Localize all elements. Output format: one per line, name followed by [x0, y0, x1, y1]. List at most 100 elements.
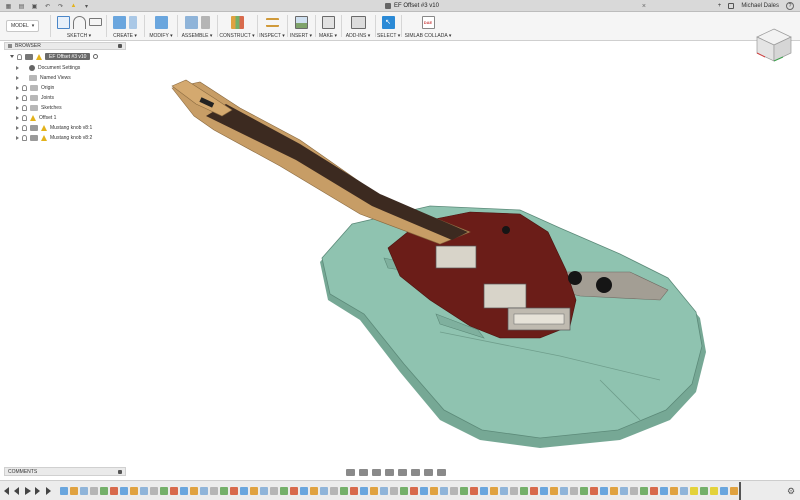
timeline-feature-icon[interactable] [700, 487, 708, 495]
timeline-feature-icon[interactable] [560, 487, 568, 495]
redo-icon[interactable]: ↷ [56, 2, 65, 10]
timeline-feature-icon[interactable] [250, 487, 258, 495]
timeline-feature-icon[interactable] [270, 487, 278, 495]
expand-icon[interactable] [10, 55, 14, 58]
visibility-icon[interactable] [17, 53, 22, 60]
workspace-switcher[interactable]: MODEL ▾ [6, 20, 40, 32]
timeline-feature-icon[interactable] [610, 487, 618, 495]
timeline-feature-icon[interactable] [530, 487, 538, 495]
timeline-feature-icon[interactable] [620, 487, 628, 495]
add-comment-icon[interactable] [118, 469, 122, 474]
help-icon[interactable]: ? [786, 2, 794, 10]
timeline-feature-icon[interactable] [290, 487, 298, 495]
fit-icon[interactable] [398, 468, 407, 476]
visibility-icon[interactable] [22, 104, 27, 111]
display-settings-icon[interactable] [411, 468, 420, 476]
timeline-feature-icon[interactable] [60, 487, 68, 495]
expand-icon[interactable] [16, 115, 19, 120]
timeline-feature-icon[interactable] [640, 487, 648, 495]
save-icon[interactable]: ▣ [30, 2, 39, 10]
timeline-feature-icon[interactable] [140, 487, 148, 495]
timeline-feature-icon[interactable] [300, 487, 308, 495]
timeline-feature-icon[interactable] [580, 487, 588, 495]
timeline-feature-icon[interactable] [460, 487, 468, 495]
expand-icon[interactable] [16, 125, 19, 130]
user-name[interactable]: Michael Dales [741, 3, 779, 9]
timeline-feature-icon[interactable] [720, 487, 728, 495]
timeline-marker[interactable] [739, 482, 741, 500]
tree-item-mustang-knob-2[interactable]: Mustang knob v8:2 [16, 133, 92, 142]
visibility-icon[interactable] [22, 84, 27, 91]
timeline-feature-icon[interactable] [630, 487, 638, 495]
expand-icon[interactable] [16, 135, 19, 140]
timeline-feature-icon[interactable] [160, 487, 168, 495]
job-status-icon[interactable]: ▲ [69, 2, 78, 10]
timeline-feature-icon[interactable] [690, 487, 698, 495]
create-more-icon[interactable] [129, 15, 137, 29]
timeline-feature-icon[interactable] [490, 487, 498, 495]
timeline-feature-icon[interactable] [390, 487, 398, 495]
pin-icon[interactable] [118, 44, 122, 48]
timeline-feature-icon[interactable] [730, 487, 738, 495]
timeline-features[interactable] [60, 486, 740, 496]
timeline-feature-icon[interactable] [440, 487, 448, 495]
3d-print-icon[interactable] [321, 15, 335, 29]
visibility-icon[interactable] [22, 134, 27, 141]
notifications-icon[interactable] [728, 3, 735, 9]
timeline-feature-icon[interactable] [240, 487, 248, 495]
tree-item-joints[interactable]: Joints [16, 93, 54, 102]
timeline-feature-icon[interactable] [200, 487, 208, 495]
collada-export-icon[interactable]: DAE [421, 15, 435, 29]
timeline-feature-icon[interactable] [650, 487, 658, 495]
ribbon-group-addins[interactable]: ADD-INS ▾ [343, 14, 373, 40]
tree-item-sketches[interactable]: Sketches [16, 103, 62, 112]
document-tab[interactable]: EF Offset #3 v10 × [385, 1, 646, 11]
create-sketch-icon[interactable] [56, 15, 70, 29]
timeline-feature-icon[interactable] [260, 487, 268, 495]
timeline-feature-icon[interactable] [180, 487, 188, 495]
timeline-feature-icon[interactable] [520, 487, 528, 495]
tree-item-mustang-knob-1[interactable]: Mustang knob v8:1 [16, 123, 92, 132]
timeline-feature-icon[interactable] [70, 487, 78, 495]
go-to-start-icon[interactable] [4, 487, 9, 495]
visibility-icon[interactable] [22, 114, 27, 121]
timeline-feature-icon[interactable] [420, 487, 428, 495]
timeline-feature-icon[interactable] [320, 487, 328, 495]
data-panel-icon[interactable]: ▦ [4, 2, 13, 10]
expand-icon[interactable] [16, 75, 19, 80]
rectangle-icon[interactable] [88, 18, 102, 26]
timeline-feature-icon[interactable] [500, 487, 508, 495]
comments-panel[interactable]: COMMENTS [4, 467, 126, 476]
timeline-feature-icon[interactable] [190, 487, 198, 495]
timeline-feature-icon[interactable] [370, 487, 378, 495]
timeline-feature-icon[interactable] [100, 487, 108, 495]
timeline-feature-icon[interactable] [710, 487, 718, 495]
timeline-feature-icon[interactable] [480, 487, 488, 495]
timeline-feature-icon[interactable] [150, 487, 158, 495]
extensions-icon[interactable]: ▾ [82, 2, 91, 10]
ribbon-group-insert[interactable]: INSERT ▾ [289, 14, 313, 40]
orbit-icon[interactable] [346, 468, 355, 476]
timeline-feature-icon[interactable] [400, 487, 408, 495]
ribbon-group-simlab[interactable]: DAE SIMLAB COLLADA ▾ [403, 14, 453, 40]
timeline-feature-icon[interactable] [670, 487, 678, 495]
timeline-feature-icon[interactable] [660, 487, 668, 495]
view-cube[interactable] [753, 27, 795, 63]
ribbon-group-modify[interactable]: MODIFY ▾ [147, 14, 175, 40]
arc-icon[interactable] [72, 15, 86, 29]
tree-item-origin[interactable]: Origin [16, 83, 54, 92]
browser-root[interactable]: EF Offset #3 v10 [10, 52, 99, 61]
timeline-feature-icon[interactable] [590, 487, 598, 495]
timeline-feature-icon[interactable] [340, 487, 348, 495]
timeline-feature-icon[interactable] [210, 487, 218, 495]
expand-icon[interactable] [16, 105, 19, 110]
timeline-feature-icon[interactable] [430, 487, 438, 495]
timeline-feature-icon[interactable] [510, 487, 518, 495]
expand-icon[interactable] [16, 65, 19, 70]
visibility-icon[interactable] [22, 94, 27, 101]
active-indicator-icon[interactable] [93, 54, 99, 59]
timeline-feature-icon[interactable] [330, 487, 338, 495]
tree-item-named-views[interactable]: Named Views [16, 73, 71, 82]
close-tab-icon[interactable]: × [642, 3, 646, 10]
timeline-feature-icon[interactable] [570, 487, 578, 495]
